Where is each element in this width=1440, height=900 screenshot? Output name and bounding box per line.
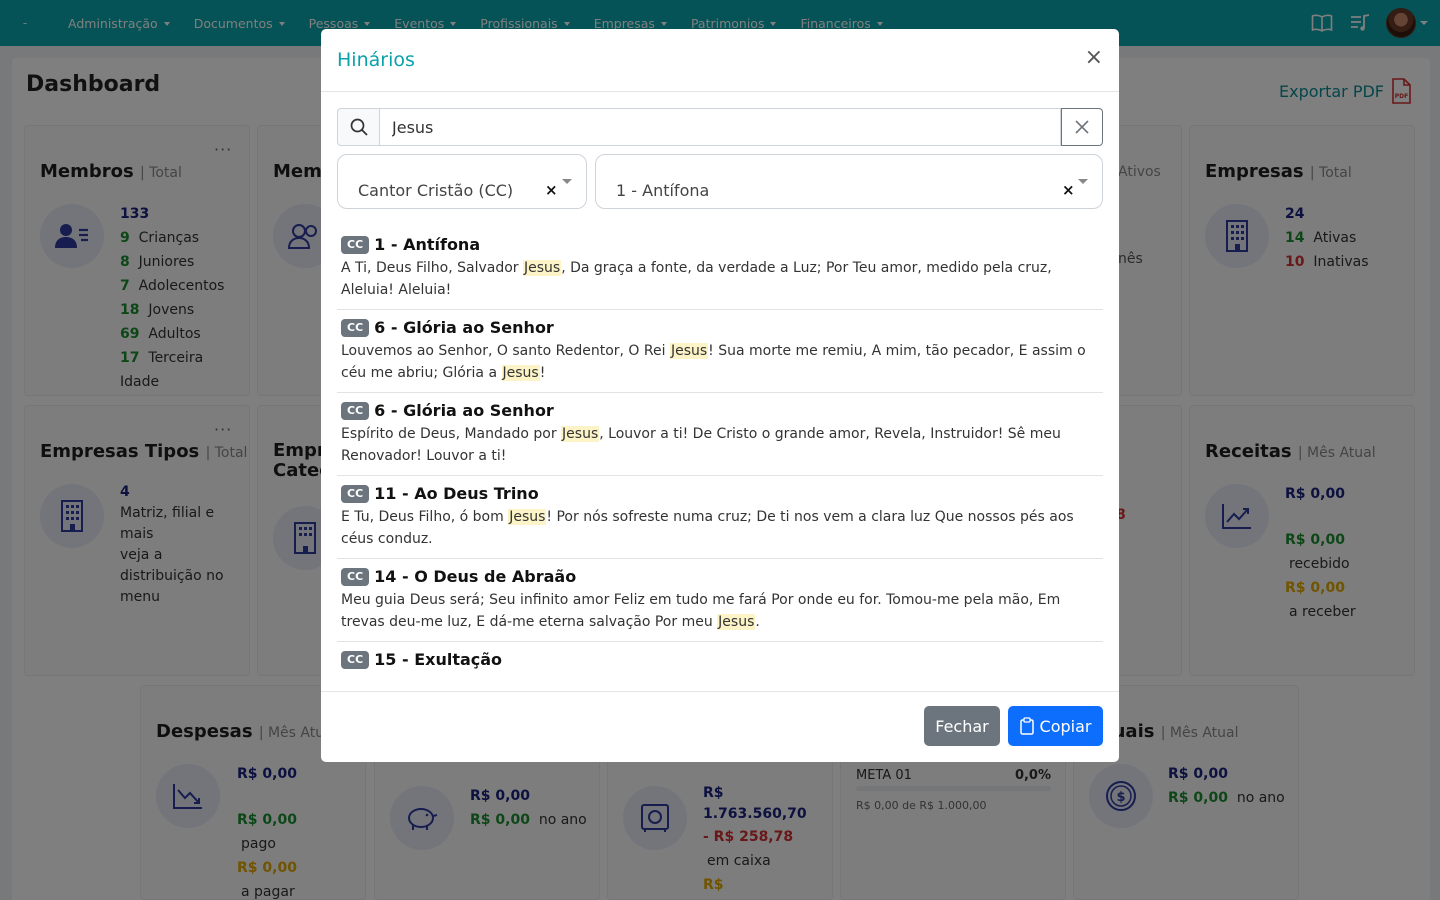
hymn-title: 15 - Exultação [374,650,503,669]
excerpt-text: ! [539,364,546,381]
excerpt-text: . [755,613,760,630]
excerpt-text: Louvemos ao Senhor, O santo Redentor, O … [341,343,670,359]
hymn-item[interactable]: CC 11 - Ao Deus Trino E Tu, Deus Filho, ó … [337,476,1103,559]
hymn-title: 6 - Glória ao Senhor [374,318,554,337]
clear-selection-icon[interactable]: × [1062,181,1075,199]
hymn-item[interactable]: CC 6 - Glória ao Senhor Espírito de Deus, … [337,393,1103,476]
hymn-header: CC 11 - Ao Deus Trino [341,484,1099,503]
hymn-header: CC 15 - Exultação [341,650,1099,669]
hino-select[interactable]: 1 - Antífona × [595,154,1103,209]
hymn-item[interactable]: CC 1 - Antífona A Ti, Deus Filho, Salvador… [337,227,1103,310]
excerpt-text: E Tu, Deus Filho, ó bom [341,509,509,525]
close-icon[interactable]: × [1085,47,1103,69]
fechar-button[interactable]: Fechar [924,706,1000,746]
hinario-badge: CC [341,650,370,669]
excerpt-text: A Ti, Deus Filho, Salvador [341,260,523,276]
copiar-label: Copiar [1039,716,1092,736]
search-highlight: Jesus [669,343,709,359]
hymn-excerpt: Espírito de Deus, Mandado por Jesus, Lou… [341,424,1099,467]
excerpt-text: Espírito de Deus, Mandado por [341,426,562,442]
search-highlight: Jesus [501,364,540,381]
hinario-select[interactable]: Cantor Cristão (CC) × [337,154,587,209]
search-icon [337,108,379,146]
hinarios-modal: Hinários × Cantor Cristão (CC) × 1 - Ant… [321,29,1119,762]
hinario-badge: CC [341,318,370,337]
hinario-badge: CC [341,401,370,420]
search-highlight: Jesus [508,509,547,525]
hymn-header: CC 6 - Glória ao Senhor [341,401,1099,420]
modal-footer: Fechar Copiar [321,691,1119,762]
clear-selection-icon[interactable]: × [545,181,558,199]
hymn-results-list[interactable]: CC 1 - Antífona A Ti, Deus Filho, Salvador… [337,227,1103,674]
hinario-badge: CC [341,484,370,503]
modal-header: Hinários [321,29,1119,92]
clear-search-button[interactable] [1061,108,1103,146]
hinario-badge: CC [341,567,370,586]
copiar-button[interactable]: Copiar [1008,706,1103,746]
hymn-title: 1 - Antífona [374,235,481,254]
chevron-down-icon [1078,179,1088,184]
search-highlight: Jesus [717,613,756,630]
search-highlight: Jesus [561,426,600,442]
select-value: 1 - Antífona [616,181,710,200]
excerpt-text: Meu guia Deus será; Seu infinito amor Fe… [341,592,1061,630]
hymn-excerpt: Meu guia Deus será; Seu infinito amor Fe… [341,590,1099,633]
search-input[interactable] [379,108,1061,146]
hinario-badge: CC [341,235,370,254]
chevron-down-icon [562,179,572,184]
modal-title: Hinários [337,49,415,71]
hymn-title: 11 - Ao Deus Trino [374,484,539,503]
hymn-title: 14 - O Deus de Abraão [374,567,577,586]
search-highlight: Jesus [522,260,562,276]
hymn-item[interactable]: CC 6 - Glória ao Senhor Louvemos ao Senhor… [337,310,1103,393]
hymn-header: CC 6 - Glória ao Senhor [341,318,1099,337]
hymn-excerpt: A Ti, Deus Filho, Salvador Jesus, Da gra… [341,258,1099,301]
hymn-header: CC 1 - Antífona [341,235,1099,254]
hymn-item[interactable]: CC 15 - Exultação [337,642,1103,674]
close-icon [1075,120,1089,134]
hymn-excerpt: E Tu, Deus Filho, ó bom Jesus! Por nós s… [341,507,1099,550]
hymn-item[interactable]: CC 14 - O Deus de Abraão Meu guia Deus ser… [337,559,1103,642]
hymn-title: 6 - Glória ao Senhor [374,401,554,420]
select-value: Cantor Cristão (CC) [358,181,514,200]
clipboard-icon [1019,717,1034,735]
hymn-excerpt: Louvemos ao Senhor, O santo Redentor, O … [341,341,1099,384]
search-group [337,108,1103,146]
hymn-header: CC 14 - O Deus de Abraão [341,567,1099,586]
